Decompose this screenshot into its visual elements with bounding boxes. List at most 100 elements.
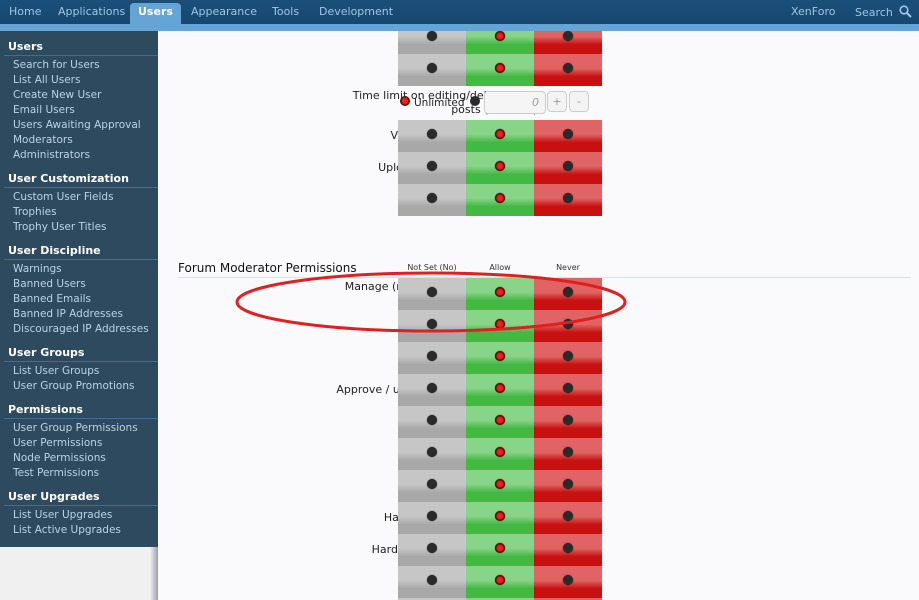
sidebar-heading[interactable]: User Customization	[4, 172, 158, 188]
permission-option-never[interactable]	[534, 278, 602, 310]
sidebar-link[interactable]: List All Users	[0, 73, 158, 88]
radio-icon	[495, 161, 505, 171]
permission-option-allow[interactable]	[466, 310, 534, 342]
sidebar-link[interactable]: Moderators	[0, 133, 158, 148]
decrement-button[interactable]: -	[569, 91, 589, 112]
radio-icon	[563, 319, 573, 329]
permission-option-never[interactable]	[534, 502, 602, 534]
permission-option-not-set[interactable]	[398, 374, 466, 406]
sidebar-link[interactable]: Banned Emails	[0, 292, 158, 307]
sidebar-link[interactable]: User Group Permissions	[0, 421, 158, 436]
permission-option-not-set[interactable]	[398, 31, 466, 54]
increment-button[interactable]: +	[547, 91, 567, 112]
permission-option-allow[interactable]	[466, 406, 534, 438]
permission-option-never[interactable]	[534, 120, 602, 152]
permission-option-allow[interactable]	[466, 374, 534, 406]
unlimited-radio[interactable]	[400, 96, 410, 106]
permission-option-allow[interactable]	[466, 278, 534, 310]
permission-option-not-set[interactable]	[398, 184, 466, 216]
search-link[interactable]: Search	[855, 5, 913, 19]
sidebar-link[interactable]: Banned Users	[0, 277, 158, 292]
permission-option-allow[interactable]	[466, 534, 534, 566]
permission-option-not-set[interactable]	[398, 438, 466, 470]
permission-option-allow[interactable]	[466, 120, 534, 152]
permission-option-not-set[interactable]	[398, 278, 466, 310]
permission-option-not-set[interactable]	[398, 310, 466, 342]
permission-option-allow[interactable]	[466, 438, 534, 470]
permission-option-not-set[interactable]	[398, 502, 466, 534]
tab-appearance[interactable]: Appearance	[191, 5, 257, 18]
sidebar-link[interactable]: Banned IP Addresses	[0, 307, 158, 322]
tab-tools[interactable]: Tools	[272, 5, 299, 18]
time-limit-input[interactable]: 0	[484, 91, 546, 114]
sidebar-link[interactable]: Create New User	[0, 88, 158, 103]
sidebar-link[interactable]: Search for Users	[0, 58, 158, 73]
permission-option-never[interactable]	[534, 342, 602, 374]
xenforo-link[interactable]: XenForo	[791, 5, 835, 18]
permission-option-not-set[interactable]	[398, 342, 466, 374]
tab-users[interactable]: Users	[130, 3, 181, 24]
permission-option-allow[interactable]	[466, 470, 534, 502]
sidebar-link[interactable]: Users Awaiting Approval	[0, 118, 158, 133]
permission-option-never[interactable]	[534, 152, 602, 184]
radio-icon	[427, 447, 437, 457]
permission-option-allow[interactable]	[466, 566, 534, 598]
permission-option-not-set[interactable]	[398, 566, 466, 598]
permission-option-never[interactable]	[534, 438, 602, 470]
permission-option-never[interactable]	[534, 406, 602, 438]
sidebar-link[interactable]: User Group Promotions	[0, 379, 158, 394]
radio-icon	[495, 447, 505, 457]
sidebar-heading[interactable]: User Discipline	[4, 244, 158, 260]
permission-option-allow[interactable]	[466, 31, 534, 54]
permission-row: Can reward coin:	[158, 310, 919, 342]
permission-option-never[interactable]	[534, 184, 602, 216]
sidebar-link[interactable]: Custom User Fields	[0, 190, 158, 205]
permission-option-never[interactable]	[534, 54, 602, 86]
permission-option-never[interactable]	[534, 31, 602, 54]
permission-option-not-set[interactable]	[398, 120, 466, 152]
sidebar-heading[interactable]: Users	[4, 40, 158, 56]
radio-icon	[427, 129, 437, 139]
sidebar-link[interactable]: List User Upgrades	[0, 508, 158, 523]
sidebar-heading[interactable]: User Upgrades	[4, 490, 158, 506]
radio-icon	[563, 129, 573, 139]
sidebar-link[interactable]: List User Groups	[0, 364, 158, 379]
radio-icon	[495, 383, 505, 393]
tab-applications[interactable]: Applications	[58, 5, 125, 18]
sidebar-link[interactable]: Test Permissions	[0, 466, 158, 481]
sidebar-link[interactable]: Discouraged IP Addresses	[0, 322, 158, 337]
permission-option-never[interactable]	[534, 310, 602, 342]
radio-icon	[427, 575, 437, 585]
permission-option-not-set[interactable]	[398, 470, 466, 502]
radio-icon	[563, 287, 573, 297]
permission-option-not-set[interactable]	[398, 152, 466, 184]
sidebar-link[interactable]: Warnings	[0, 262, 158, 277]
permission-option-allow[interactable]	[466, 54, 534, 86]
custom-time-radio[interactable]	[470, 96, 480, 106]
permission-option-allow[interactable]	[466, 184, 534, 216]
sidebar-heading[interactable]: Permissions	[4, 403, 158, 419]
permission-option-never[interactable]	[534, 534, 602, 566]
tab-development[interactable]: Development	[319, 5, 393, 18]
radio-icon	[427, 161, 437, 171]
permission-option-never[interactable]	[534, 374, 602, 406]
sidebar-link[interactable]: Node Permissions	[0, 451, 158, 466]
sidebar-link[interactable]: Email Users	[0, 103, 158, 118]
sidebar-link[interactable]: List Active Upgrades	[0, 523, 158, 538]
sidebar-link[interactable]: Administrators	[0, 148, 158, 163]
permission-row: Approve / unapprove threads / posts:	[158, 374, 919, 406]
tab-home[interactable]: Home	[9, 5, 41, 18]
permission-option-never[interactable]	[534, 470, 602, 502]
sidebar-link[interactable]: Trophy User Titles	[0, 220, 158, 235]
permission-option-not-set[interactable]	[398, 534, 466, 566]
sidebar-heading[interactable]: User Groups	[4, 346, 158, 362]
permission-option-never[interactable]	[534, 566, 602, 598]
sidebar-link[interactable]: Trophies	[0, 205, 158, 220]
permission-option-not-set[interactable]	[398, 54, 466, 86]
permission-option-allow[interactable]	[466, 152, 534, 184]
permission-option-not-set[interactable]	[398, 406, 466, 438]
permission-option-allow[interactable]	[466, 342, 534, 374]
permission-option-allow[interactable]	[466, 502, 534, 534]
sidebar-link[interactable]: User Permissions	[0, 436, 158, 451]
permission-row: Hard-delete thread by anyone:	[158, 534, 919, 566]
